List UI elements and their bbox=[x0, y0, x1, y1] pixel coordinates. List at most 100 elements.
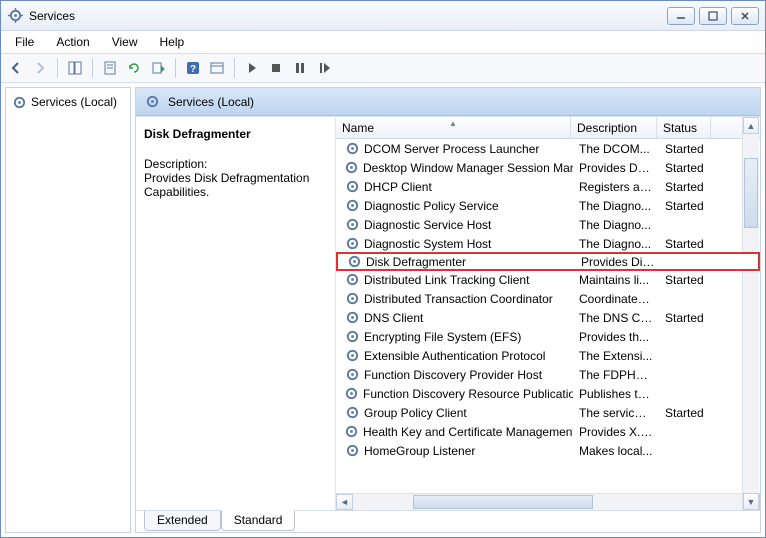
service-row[interactable]: Distributed Transaction CoordinatorCoord… bbox=[336, 289, 760, 308]
service-row[interactable]: Diagnostic Service HostThe Diagno... bbox=[336, 215, 760, 234]
service-description: Provides De... bbox=[573, 161, 659, 175]
service-row[interactable]: Extensible Authentication ProtocolThe Ex… bbox=[336, 346, 760, 365]
tree-item-label: Services (Local) bbox=[31, 95, 117, 109]
scroll-down-icon[interactable]: ▼ bbox=[743, 493, 759, 510]
service-description: The Diagno... bbox=[573, 237, 659, 251]
vscroll-thumb[interactable] bbox=[744, 158, 758, 228]
service-description: Provides Dis... bbox=[575, 255, 661, 269]
sort-ascending-icon: ▲ bbox=[449, 119, 457, 128]
service-name: Group Policy Client bbox=[364, 406, 467, 420]
show-hide-action-pane-button[interactable] bbox=[206, 57, 228, 79]
console-tree[interactable]: Services (Local) bbox=[5, 87, 131, 533]
service-row[interactable]: DNS ClientThe DNS Cli...Started bbox=[336, 308, 760, 327]
service-row[interactable]: Encrypting File System (EFS)Provides th.… bbox=[336, 327, 760, 346]
pause-service-button[interactable] bbox=[289, 57, 311, 79]
service-row[interactable]: HomeGroup ListenerMakes local... bbox=[336, 441, 760, 460]
service-description: Maintains li... bbox=[573, 273, 659, 287]
service-description: The Diagno... bbox=[573, 199, 659, 213]
vertical-scrollbar[interactable]: ▲ ▼ bbox=[742, 117, 759, 510]
service-row[interactable]: Diagnostic Policy Service The Diagno...St… bbox=[336, 196, 760, 215]
service-status: Started bbox=[659, 142, 713, 156]
service-row[interactable]: DHCP ClientRegisters an...Started bbox=[336, 177, 760, 196]
scroll-up-icon[interactable]: ▲ bbox=[743, 117, 759, 134]
export-list-button[interactable] bbox=[147, 57, 169, 79]
service-description: Publishes th... bbox=[573, 387, 659, 401]
service-icon bbox=[346, 254, 362, 270]
description-text: Provides Disk Defragmentation Capabiliti… bbox=[144, 171, 325, 199]
service-description: The FDPHO... bbox=[573, 368, 659, 382]
close-button[interactable] bbox=[731, 7, 759, 25]
refresh-button[interactable] bbox=[123, 57, 145, 79]
column-headers: Name ▲ Description Status bbox=[336, 117, 760, 139]
tree-item-services-local[interactable]: Services (Local) bbox=[8, 92, 128, 112]
service-status: Started bbox=[659, 161, 713, 175]
toolbar-separator bbox=[234, 58, 235, 78]
menu-action[interactable]: Action bbox=[46, 33, 99, 51]
column-header-status[interactable]: Status bbox=[657, 117, 711, 138]
service-icon bbox=[344, 310, 360, 326]
service-icon bbox=[344, 160, 359, 176]
service-name: Diagnostic Policy Service bbox=[364, 199, 499, 213]
service-name: DNS Client bbox=[364, 311, 423, 325]
column-header-name[interactable]: Name ▲ bbox=[336, 117, 571, 138]
service-status: Started bbox=[659, 180, 713, 194]
start-service-button[interactable] bbox=[241, 57, 263, 79]
service-name: Encrypting File System (EFS) bbox=[364, 330, 521, 344]
service-row[interactable]: Disk DefragmenterProvides Dis... bbox=[336, 252, 760, 271]
service-icon bbox=[344, 424, 359, 440]
horizontal-scrollbar[interactable]: ◄ ► bbox=[336, 493, 760, 510]
service-icon bbox=[344, 367, 360, 383]
service-row[interactable]: Desktop Window Manager Session Mana...Pr… bbox=[336, 158, 760, 177]
service-description: Makes local... bbox=[573, 444, 659, 458]
service-name: Health Key and Certificate Management bbox=[363, 425, 573, 439]
service-description: Coordinates... bbox=[573, 292, 659, 306]
service-row[interactable]: Health Key and Certificate ManagementPro… bbox=[336, 422, 760, 441]
hscroll-thumb[interactable] bbox=[413, 495, 593, 509]
help-button[interactable]: ? bbox=[182, 57, 204, 79]
service-row[interactable]: Function Discovery Provider HostThe FDPH… bbox=[336, 365, 760, 384]
tab-extended[interactable]: Extended bbox=[144, 511, 221, 531]
service-row[interactable]: Distributed Link Tracking ClientMaintain… bbox=[336, 270, 760, 289]
service-description: The Extensi... bbox=[573, 349, 659, 363]
service-row[interactable]: Diagnostic System HostThe Diagno...Start… bbox=[336, 234, 760, 253]
menu-help[interactable]: Help bbox=[150, 33, 195, 51]
properties-button[interactable] bbox=[99, 57, 121, 79]
service-icon bbox=[344, 236, 360, 252]
service-icon bbox=[344, 329, 360, 345]
toolbar-separator bbox=[92, 58, 93, 78]
service-icon bbox=[344, 198, 360, 214]
service-row[interactable]: Function Discovery Resource PublicationP… bbox=[336, 384, 760, 403]
service-icon bbox=[344, 443, 360, 459]
minimize-button[interactable] bbox=[667, 7, 695, 25]
service-status: Started bbox=[659, 273, 713, 287]
service-icon bbox=[344, 272, 360, 288]
pane-header-text: Services (Local) bbox=[168, 95, 254, 109]
scroll-left-icon[interactable]: ◄ bbox=[336, 494, 353, 510]
service-name: Diagnostic Service Host bbox=[364, 218, 491, 232]
menu-file[interactable]: File bbox=[5, 33, 44, 51]
services-list: Name ▲ Description Status DCOM Server Pr… bbox=[336, 117, 760, 510]
forward-button[interactable] bbox=[29, 57, 51, 79]
show-hide-tree-button[interactable] bbox=[64, 57, 86, 79]
titlebar: Services bbox=[1, 1, 765, 31]
service-icon bbox=[344, 405, 360, 421]
maximize-button[interactable] bbox=[699, 7, 727, 25]
service-status: Started bbox=[659, 406, 713, 420]
service-row[interactable]: DCOM Server Process LauncherThe DCOM...S… bbox=[336, 139, 760, 158]
service-description: The DCOM... bbox=[573, 142, 659, 156]
restart-service-button[interactable] bbox=[313, 57, 335, 79]
menu-view[interactable]: View bbox=[102, 33, 148, 51]
tab-standard[interactable]: Standard bbox=[221, 510, 296, 531]
service-icon bbox=[344, 179, 360, 195]
back-button[interactable] bbox=[5, 57, 27, 79]
service-row[interactable]: Group Policy ClientThe service ...Starte… bbox=[336, 403, 760, 422]
menubar: File Action View Help bbox=[1, 31, 765, 54]
column-header-description[interactable]: Description bbox=[571, 117, 657, 138]
services-icon bbox=[144, 94, 160, 110]
service-icon bbox=[344, 386, 359, 402]
stop-service-button[interactable] bbox=[265, 57, 287, 79]
service-name: Diagnostic System Host bbox=[364, 237, 491, 251]
toolbar-separator bbox=[57, 58, 58, 78]
services-icon bbox=[11, 94, 27, 110]
service-status: Started bbox=[659, 199, 713, 213]
